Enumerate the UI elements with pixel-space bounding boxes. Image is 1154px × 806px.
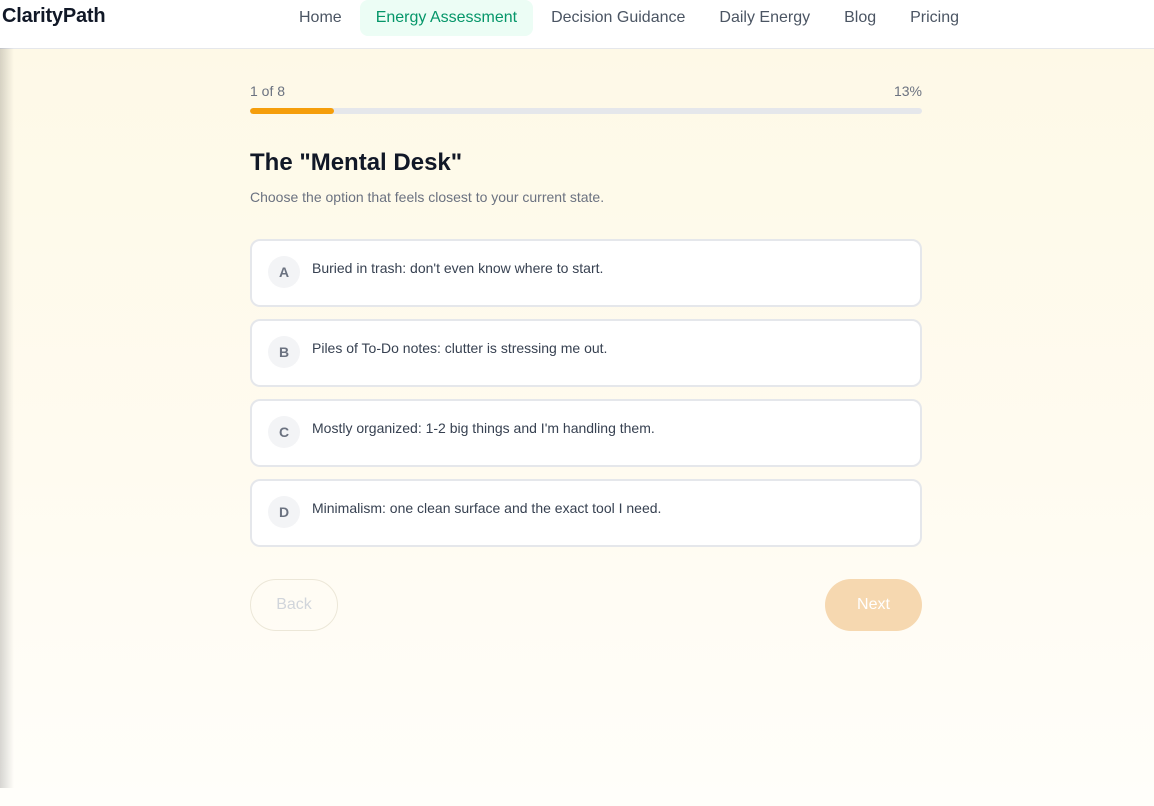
nav-item-blog[interactable]: Blog bbox=[828, 0, 892, 36]
next-button[interactable]: Next bbox=[825, 579, 922, 631]
progress-labels: 1 of 8 13% bbox=[250, 83, 922, 99]
option-text: Mostly organized: 1-2 big things and I'm… bbox=[312, 420, 655, 436]
nav-item-home[interactable]: Home bbox=[283, 0, 358, 36]
nav-item-decision-guidance[interactable]: Decision Guidance bbox=[535, 0, 701, 36]
option-c[interactable]: C Mostly organized: 1-2 big things and I… bbox=[250, 399, 922, 467]
nav-item-pricing[interactable]: Pricing bbox=[894, 0, 975, 36]
back-button[interactable]: Back bbox=[250, 579, 338, 631]
option-letter-badge: D bbox=[268, 496, 300, 528]
option-text: Buried in trash: don't even know where t… bbox=[312, 260, 604, 276]
progress-bar-fill bbox=[250, 108, 334, 114]
progress-step-text: 1 of 8 bbox=[250, 83, 286, 99]
left-edge-shadow bbox=[0, 48, 14, 788]
app-logo[interactable]: ClarityPath bbox=[2, 5, 106, 28]
question-subtitle: Choose the option that feels closest to … bbox=[250, 189, 605, 205]
option-letter-badge: B bbox=[268, 336, 300, 368]
progress-percent-text: 13% bbox=[893, 83, 922, 99]
progress-bar bbox=[250, 108, 922, 114]
nav-item-daily-energy[interactable]: Daily Energy bbox=[703, 0, 826, 36]
question-title: The "Mental Desk" bbox=[250, 149, 463, 176]
nav-item-energy-assessment[interactable]: Energy Assessment bbox=[359, 0, 534, 36]
assessment-main: 1 of 8 13% The "Mental Desk" Choose the … bbox=[0, 49, 1154, 806]
option-text: Piles of To-Do notes: clutter is stressi… bbox=[312, 340, 608, 356]
option-letter-badge: A bbox=[268, 256, 300, 288]
answer-options: A Buried in trash: don't even know where… bbox=[250, 239, 922, 559]
option-a[interactable]: A Buried in trash: don't even know where… bbox=[250, 239, 922, 307]
main-nav: Home Energy Assessment Decision Guidance… bbox=[283, 0, 977, 36]
option-d[interactable]: D Minimalism: one clean surface and the … bbox=[250, 479, 922, 547]
option-text: Minimalism: one clean surface and the ex… bbox=[312, 500, 662, 516]
option-b[interactable]: B Piles of To-Do notes: clutter is stres… bbox=[250, 319, 922, 387]
top-navbar: ClarityPath Home Energy Assessment Decis… bbox=[0, 0, 1154, 49]
option-letter-badge: C bbox=[268, 416, 300, 448]
